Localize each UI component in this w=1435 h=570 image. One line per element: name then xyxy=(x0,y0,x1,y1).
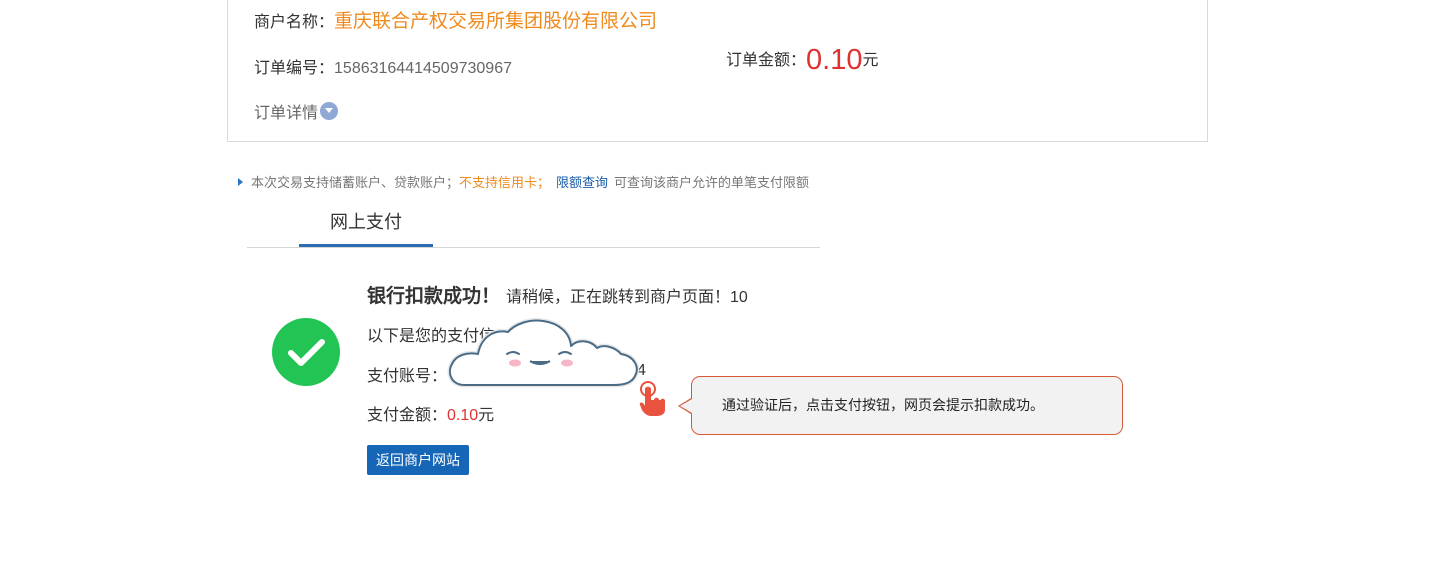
order-number-label: 订单编号： xyxy=(254,60,335,77)
order-number-value: 15863164414509730967 xyxy=(334,60,512,77)
payment-tabs: 网上支付 xyxy=(247,200,820,248)
notice-credit-warning: 不支持信用卡； xyxy=(459,175,551,190)
merchant-name: 重庆联合产权交易所集团股份有限公司 xyxy=(334,11,658,32)
order-detail-label: 订单详情 xyxy=(254,105,319,122)
order-info-panel: 商户名称：重庆联合产权交易所集团股份有限公司 订单编号：158631644145… xyxy=(227,0,1208,142)
result-heading: 银行扣款成功！ 请稍候，正在跳转到商户页面！10 xyxy=(367,281,748,308)
payment-notice: 本次交易支持储蓄账户、贷款账户；不支持信用卡； 限额查询 可查询该商户允许的单笔支付… xyxy=(238,172,809,191)
tab-online-payment[interactable]: 网上支付 xyxy=(299,200,433,247)
notice-text-1: 本次交易支持储蓄账户、贷款账户； xyxy=(251,175,460,190)
order-amount-unit: 元 xyxy=(862,52,879,69)
limit-query-link[interactable]: 限额查询 xyxy=(556,175,608,190)
order-amount-value: 0.10 xyxy=(806,44,863,76)
payment-amount-label: 支付金额： xyxy=(367,407,448,424)
notice-text-2: 可查询该商户允许的单笔支付限额 xyxy=(614,175,810,190)
tip-callout: 通过验证后，点击支付按钮，网页会提示扣款成功。 xyxy=(678,376,1123,435)
cloud-mascot-icon xyxy=(445,318,641,397)
callout-arrow-fill xyxy=(680,399,692,413)
merchant-row: 商户名称：重庆联合产权交易所集团股份有限公司 xyxy=(254,6,657,33)
hand-pointer-icon xyxy=(637,380,669,423)
order-amount-label: 订单金额： xyxy=(726,52,807,69)
callout-text: 通过验证后，点击支付按钮，网页会提示扣款成功。 xyxy=(722,397,1044,413)
return-merchant-button[interactable]: 返回商户网站 xyxy=(367,445,469,475)
redirect-countdown: 请稍候，正在跳转到商户页面！10 xyxy=(506,289,748,306)
check-circle-icon xyxy=(272,318,340,386)
payment-account-label: 支付账号： xyxy=(367,368,448,385)
payment-amount-row: 支付金额：0.10元 xyxy=(367,401,494,425)
order-amount-row: 订单金额：0.10元 xyxy=(726,44,878,77)
order-detail-toggle[interactable]: 订单详情 xyxy=(254,99,339,123)
result-title: 银行扣款成功！ xyxy=(367,286,501,307)
chevron-down-circle-icon xyxy=(320,102,339,120)
triangle-bullet-icon xyxy=(238,178,243,186)
payment-account-row: 支付账号： xyxy=(367,362,447,386)
payment-amount-value: 0.10 xyxy=(447,407,479,424)
merchant-label: 商户名称： xyxy=(254,14,335,31)
order-number-row: 订单编号：15863164414509730967 xyxy=(254,54,512,78)
payment-amount-unit: 元 xyxy=(478,407,495,424)
